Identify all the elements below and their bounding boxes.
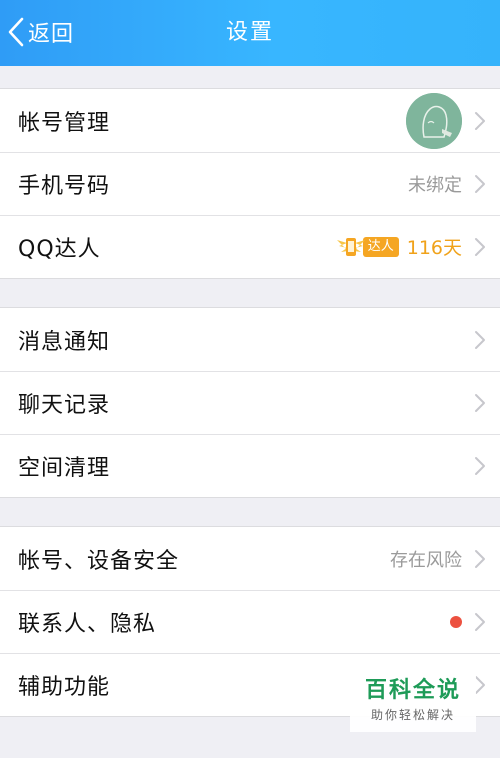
chevron-right-icon (474, 330, 486, 350)
row-account-device-security[interactable]: 帐号、设备安全 存在风险 (0, 527, 500, 590)
daren-status: 达人 116天 (335, 233, 462, 260)
row-label: 消息通知 (18, 329, 111, 355)
row-message-notifications[interactable]: 消息通知 (0, 308, 500, 371)
row-label: QQ达人 (18, 236, 101, 262)
row-label: 空间清理 (18, 455, 111, 481)
daren-tag: 达人 (362, 236, 399, 257)
chevron-right-icon (474, 237, 486, 257)
daren-days: 116天 (406, 237, 462, 259)
winged-phone-icon (335, 234, 367, 260)
chevron-right-icon (474, 456, 486, 476)
row-label: 聊天记录 (18, 392, 111, 418)
row-contacts-privacy[interactable]: 联系人、隐私 (0, 590, 500, 653)
watermark: 百科全说 助你轻松解决 (350, 676, 476, 732)
notification-dot (450, 615, 462, 628)
row-label: 帐号、设备安全 (18, 548, 180, 574)
watermark-title: 百科全说 (364, 678, 461, 703)
row-label: 辅助功能 (18, 674, 111, 700)
page-title: 设置 (225, 20, 274, 45)
row-value: 存在风险 (390, 549, 462, 571)
row-value: 未绑定 (408, 174, 462, 196)
row-label: 手机号码 (18, 173, 111, 199)
chevron-right-icon (474, 111, 486, 131)
row-phone-number[interactable]: 手机号码 未绑定 (0, 152, 500, 215)
settings-group-messages: 消息通知 聊天记录 空间清理 (0, 307, 500, 498)
settings-group-account: 帐号管理 手机号码 未绑定 QQ达人 达人 116天 (0, 88, 500, 279)
chevron-right-icon (474, 549, 486, 569)
row-account-management[interactable]: 帐号管理 (0, 89, 500, 152)
watermark-subtitle: 助你轻松解决 (370, 708, 455, 722)
daren-badge: 达人 (335, 236, 399, 258)
row-qq-daren[interactable]: QQ达人 达人 116天 (0, 215, 500, 278)
row-chat-history[interactable]: 聊天记录 (0, 371, 500, 434)
row-storage-cleanup[interactable]: 空间清理 (0, 434, 500, 497)
chevron-right-icon (474, 612, 486, 632)
row-label: 联系人、隐私 (18, 611, 157, 637)
row-label: 帐号管理 (18, 110, 111, 136)
chevron-right-icon (474, 393, 486, 413)
chevron-right-icon (474, 174, 486, 194)
nav-bar: 返回 设置 (0, 0, 500, 66)
avatar (406, 92, 462, 149)
